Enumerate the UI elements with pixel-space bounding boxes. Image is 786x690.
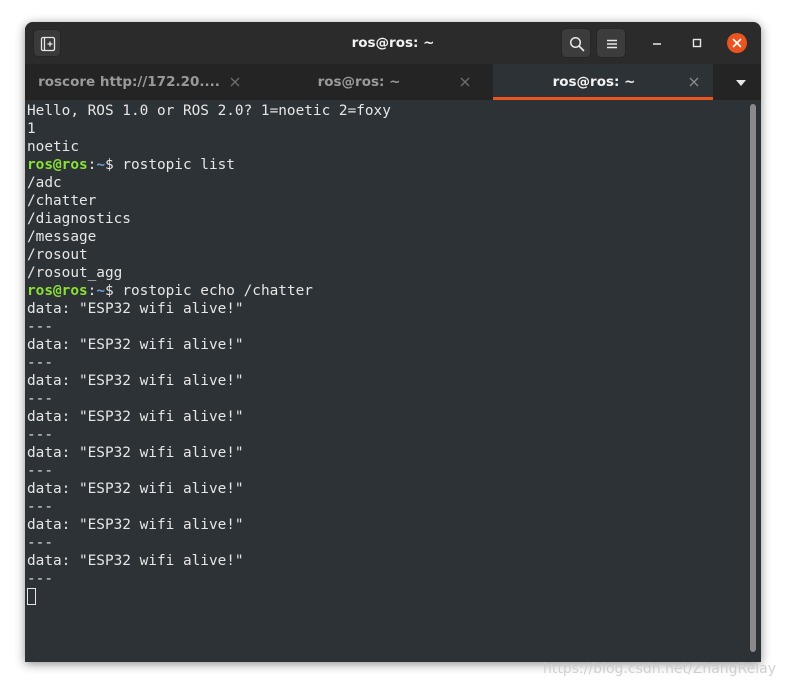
output-text: /chatter	[27, 193, 97, 209]
tab-list-button[interactable]	[733, 76, 749, 88]
terminal-output-line: ---	[27, 534, 391, 552]
output-text: ---	[27, 427, 53, 443]
watermark: https://blog.csdn.net/ZhangRelay	[543, 661, 777, 677]
terminal-output-line: data: "ESP32 wifi alive!"	[27, 408, 391, 426]
output-text: ---	[27, 535, 53, 551]
terminal-output-line: data: "ESP32 wifi alive!"	[27, 336, 391, 354]
tab-label: roscore http://172.20....	[38, 74, 220, 90]
output-text: ---	[27, 463, 53, 479]
terminal-output-line: /adc	[27, 174, 391, 192]
output-text: noetic	[27, 139, 79, 155]
tab-bar: roscore http://172.20.... ros@ros: ~ ros…	[25, 64, 761, 100]
terminal-output-line: noetic	[27, 138, 391, 156]
terminal-output-line: ---	[27, 426, 391, 444]
prompt-user: ros@ros	[27, 283, 88, 299]
output-text: ---	[27, 355, 53, 371]
maximize-button[interactable]	[687, 33, 707, 53]
output-text: ---	[27, 571, 53, 587]
output-text: ---	[27, 499, 53, 515]
terminal-output-line: 1	[27, 120, 391, 138]
terminal-output-line: data: "ESP32 wifi alive!"	[27, 552, 391, 570]
output-text: data: "ESP32 wifi alive!"	[27, 445, 244, 461]
chevron-down-icon	[733, 76, 749, 93]
output-text: Hello, ROS 1.0 or ROS 2.0? 1=noetic 2=fo…	[27, 103, 391, 119]
output-text: data: "ESP32 wifi alive!"	[27, 373, 244, 389]
output-text: data: "ESP32 wifi alive!"	[27, 481, 244, 497]
terminal-output-line: /message	[27, 228, 391, 246]
terminal-output-line: data: "ESP32 wifi alive!"	[27, 444, 391, 462]
prompt-symbol: $	[105, 283, 123, 299]
prompt-path: ~	[96, 157, 105, 173]
terminal-output-line: ---	[27, 498, 391, 516]
close-icon[interactable]	[459, 76, 471, 88]
prompt-path: ~	[96, 283, 105, 299]
close-icon[interactable]	[688, 76, 700, 88]
terminal-window: ros@ros: ~ roscore http://172.20.... ros…	[25, 22, 761, 662]
menu-button[interactable]	[596, 28, 626, 58]
terminal-output-line: data: "ESP32 wifi alive!"	[27, 480, 391, 498]
terminal-output-line: ---	[27, 570, 391, 588]
tab-terminal-3[interactable]: ros@ros: ~	[493, 64, 713, 100]
output-text: /diagnostics	[27, 211, 131, 227]
terminal-output-line: ---	[27, 390, 391, 408]
output-text: data: "ESP32 wifi alive!"	[27, 553, 244, 569]
output-text: data: "ESP32 wifi alive!"	[27, 409, 244, 425]
terminal-output-line: data: "ESP32 wifi alive!"	[27, 300, 391, 318]
terminal-prompt-line: ros@ros:~$ rostopic echo /chatter	[27, 282, 391, 300]
output-text: data: "ESP32 wifi alive!"	[27, 301, 244, 317]
close-button[interactable]	[727, 33, 747, 53]
terminal-output-line: ---	[27, 354, 391, 372]
terminal-output-line: data: "ESP32 wifi alive!"	[27, 372, 391, 390]
terminal-output-line: /chatter	[27, 192, 391, 210]
terminal-output[interactable]: Hello, ROS 1.0 or ROS 2.0? 1=noetic 2=fo…	[25, 100, 749, 662]
output-text: data: "ESP32 wifi alive!"	[27, 517, 244, 533]
prompt-symbol: $	[105, 157, 123, 173]
output-text: ---	[27, 391, 53, 407]
search-button[interactable]	[561, 28, 591, 58]
output-text: /message	[27, 229, 97, 245]
terminal-output-line: /rosout_agg	[27, 264, 391, 282]
tab-roscore[interactable]: roscore http://172.20....	[25, 64, 253, 100]
terminal-output-line: ---	[27, 462, 391, 480]
output-text: /rosout_agg	[27, 265, 123, 281]
terminal-output-line: Hello, ROS 1.0 or ROS 2.0? 1=noetic 2=fo…	[27, 102, 391, 120]
terminal-lines: Hello, ROS 1.0 or ROS 2.0? 1=noetic 2=fo…	[27, 102, 391, 606]
minimize-button[interactable]	[647, 33, 667, 53]
terminal-output-line: ---	[27, 318, 391, 336]
output-text: data: "ESP32 wifi alive!"	[27, 337, 244, 353]
tab-terminal-2[interactable]: ros@ros: ~	[253, 64, 493, 100]
output-text: ---	[27, 319, 53, 335]
close-icon[interactable]	[229, 76, 241, 88]
terminal-scrollbar[interactable]	[750, 104, 756, 652]
terminal-cursor-line	[27, 588, 391, 606]
tab-label: ros@ros: ~	[317, 74, 401, 90]
command-text: rostopic echo /chatter	[122, 283, 313, 299]
output-text: 1	[27, 121, 36, 137]
prompt-user: ros@ros	[27, 157, 88, 173]
terminal-output-line: data: "ESP32 wifi alive!"	[27, 516, 391, 534]
command-text: rostopic list	[122, 157, 235, 173]
terminal-cursor	[27, 588, 36, 605]
output-text: /adc	[27, 175, 62, 191]
terminal-output-line: /diagnostics	[27, 210, 391, 228]
title-bar[interactable]: ros@ros: ~	[25, 22, 761, 64]
output-text: /rosout	[27, 247, 88, 263]
terminal-prompt-line: ros@ros:~$ rostopic list	[27, 156, 391, 174]
terminal-output-line: /rosout	[27, 246, 391, 264]
tab-label: ros@ros: ~	[552, 74, 636, 90]
